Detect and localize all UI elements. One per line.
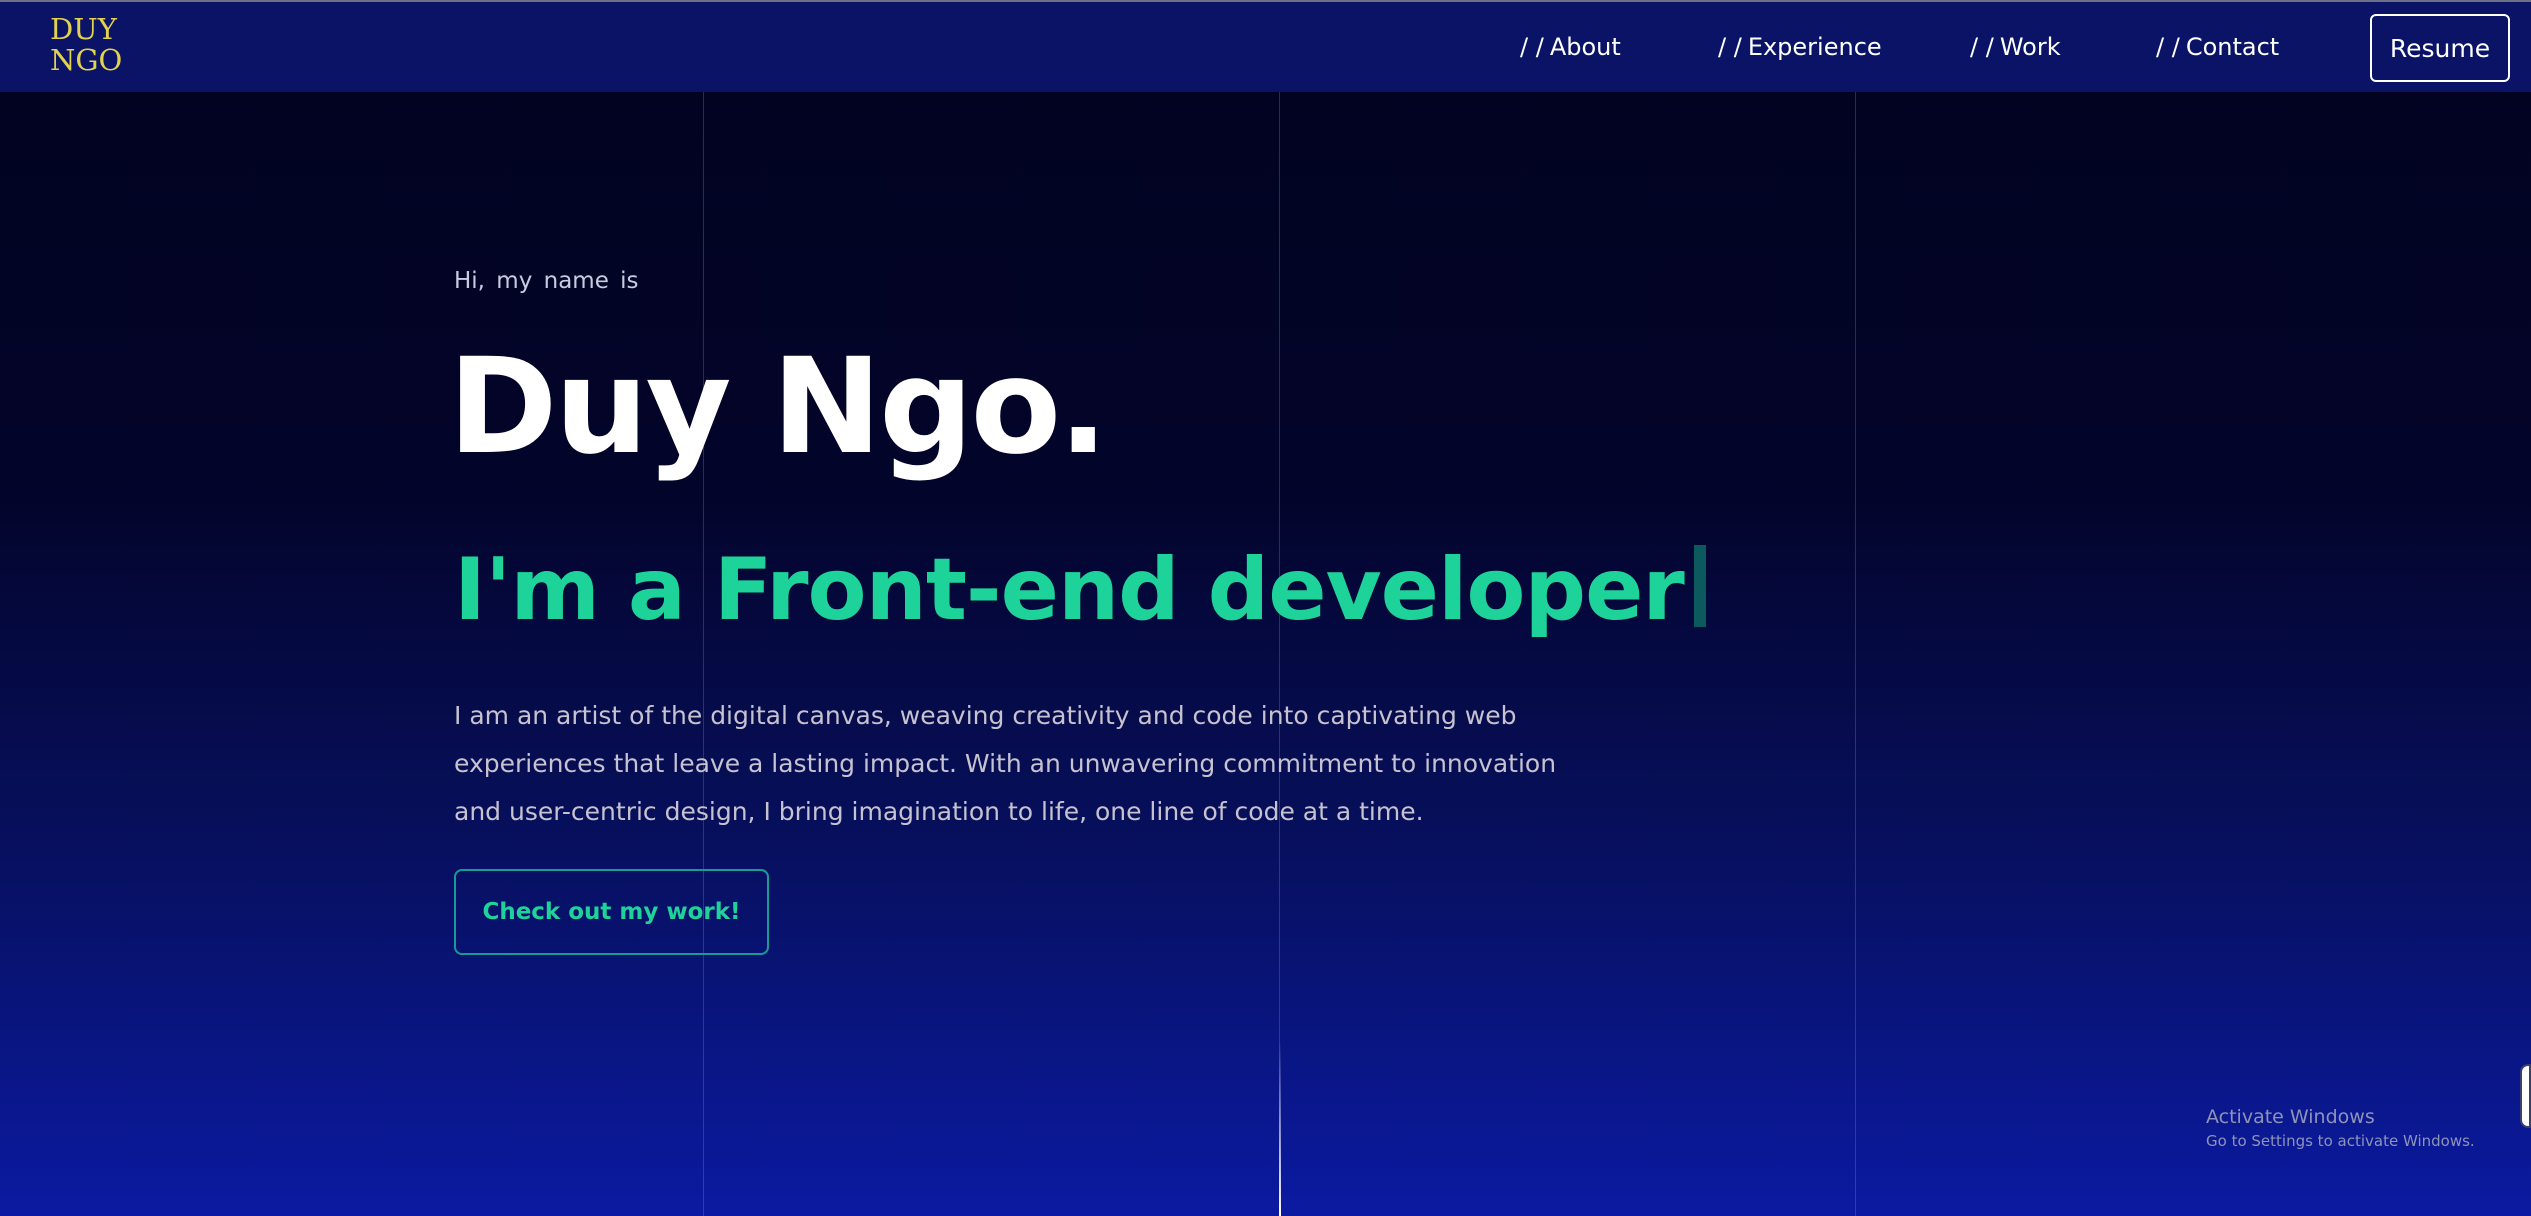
hero-bio: I am an artist of the digital canvas, we… (454, 701, 1557, 826)
navbar: DUY NGO / / About / / Experience / / Work /… (0, 2, 2531, 92)
nav-prefix: / / (2156, 33, 2180, 61)
typing-cursor (1693, 545, 1706, 627)
nav-label-experience: Experience (1747, 33, 1882, 61)
background-light-beam (1279, 1040, 1281, 1216)
nav-link-experience[interactable]: / / Experience (1718, 33, 1882, 61)
nav-prefix: / / (1970, 33, 1994, 61)
background-grid-line (703, 92, 704, 1216)
hero-role: I'm a Front-end developer (454, 540, 1706, 640)
watermark-title: Activate Windows (2206, 1106, 2375, 1128)
background-grid-line (1855, 92, 1856, 1216)
check-out-work-button[interactable]: Check out my work! (454, 869, 769, 955)
nav-prefix: / / (1520, 33, 1544, 61)
logo[interactable]: DUY NGO (50, 14, 130, 80)
nav-label-contact: Contact (2185, 33, 2280, 61)
watermark-subtitle: Go to Settings to activate Windows. (2206, 1132, 2475, 1150)
resume-button[interactable]: Resume (2370, 14, 2510, 82)
logo-line-1: DUY (50, 12, 117, 46)
logo-line-2: NGO (50, 43, 123, 77)
nav-label-work: Work (1999, 33, 2061, 61)
nav-link-work[interactable]: / / Work (1970, 33, 2061, 61)
edge-widget-tab[interactable] (2520, 1064, 2531, 1128)
windows-activation-watermark: Activate Windows Go to Settings to activ… (2206, 1106, 2475, 1150)
nav-label-about: About (1549, 33, 1621, 61)
nav-link-contact[interactable]: / / Contact (2156, 33, 2279, 61)
hero-name: Duy Ngo. (448, 330, 1108, 484)
hero-role-text: I'm a Front-end developer (454, 540, 1685, 640)
nav-prefix: / / (1718, 33, 1742, 61)
nav-link-about[interactable]: / / About (1520, 33, 1621, 61)
hero-greeting: Hi, my name is (454, 268, 639, 294)
